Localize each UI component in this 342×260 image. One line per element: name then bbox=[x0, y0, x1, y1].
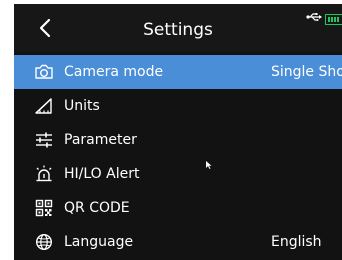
settings-menu: Camera mode Single Sho Units Parameter H… bbox=[14, 55, 342, 259]
menu-item-label: Units bbox=[64, 98, 100, 114]
ruler-icon bbox=[35, 98, 52, 114]
battery-level-fill bbox=[328, 17, 340, 22]
menu-item-label: Camera mode bbox=[64, 64, 164, 80]
menu-item-qr-code[interactable]: QR CODE bbox=[14, 191, 342, 225]
usb-icon bbox=[306, 13, 322, 21]
menu-item-value: English bbox=[271, 234, 322, 250]
page-title: Settings bbox=[143, 20, 213, 40]
menu-item-hi-lo-alert[interactable]: HI/LO Alert bbox=[14, 157, 342, 191]
globe-icon bbox=[35, 233, 53, 251]
menu-item-label: Language bbox=[64, 234, 134, 250]
qr-code-icon bbox=[35, 199, 53, 217]
header-bar: Settings bbox=[14, 4, 342, 52]
camera-icon bbox=[35, 64, 53, 79]
settings-screen: Settings Camera mode Single Sho Units Pa… bbox=[14, 4, 342, 260]
battery-icon bbox=[325, 14, 342, 25]
menu-item-label: Parameter bbox=[64, 132, 137, 148]
menu-item-label: HI/LO Alert bbox=[64, 166, 140, 182]
menu-item-label: QR CODE bbox=[64, 200, 130, 216]
menu-item-value: Single Sho bbox=[271, 64, 342, 80]
menu-item-camera-mode[interactable]: Camera mode Single Sho bbox=[14, 55, 342, 89]
menu-item-language[interactable]: Language English bbox=[14, 225, 342, 259]
alert-lamp-icon bbox=[36, 165, 52, 182]
menu-item-units[interactable]: Units bbox=[14, 89, 342, 123]
mouse-cursor-icon bbox=[206, 161, 212, 169]
menu-item-parameter[interactable]: Parameter bbox=[14, 123, 342, 157]
sliders-icon bbox=[36, 132, 52, 148]
